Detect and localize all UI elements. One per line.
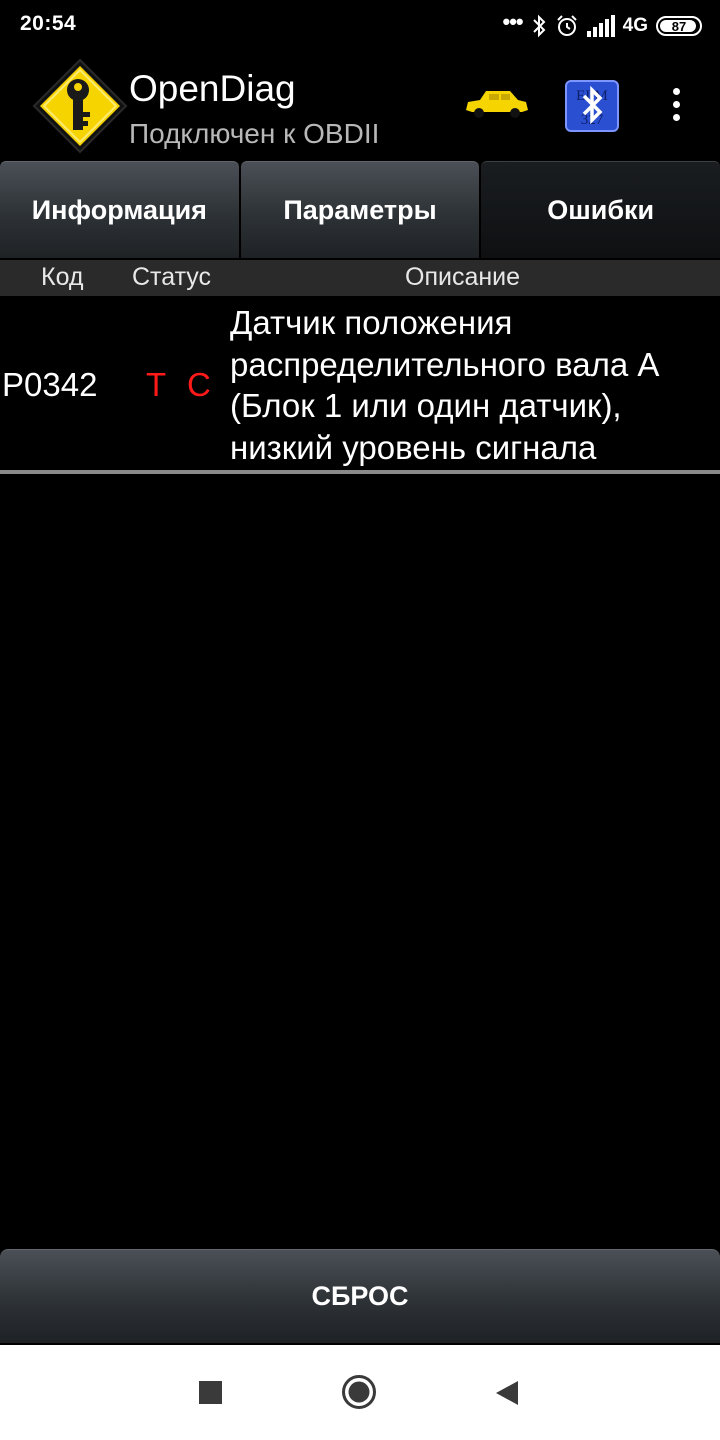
app-bar: OpenDiag Подключен к OBDII ELM 327 xyxy=(0,52,720,160)
header-status: Статус xyxy=(132,263,212,291)
table-header: Код Статус Описание xyxy=(0,260,720,296)
recents-icon[interactable] xyxy=(199,1381,222,1404)
home-icon[interactable] xyxy=(341,1374,377,1410)
tab-bar: Информация Параметры Ошибки xyxy=(0,161,720,258)
network-type: 4G xyxy=(622,15,648,36)
error-description: Датчик положения распределительного вала… xyxy=(230,304,660,466)
reset-button[interactable]: СБРОС xyxy=(0,1249,720,1343)
back-icon[interactable] xyxy=(494,1379,520,1407)
battery-level: 87 xyxy=(671,18,687,34)
error-code: P0342 xyxy=(2,366,98,403)
header-description: Описание xyxy=(405,263,521,291)
table-row[interactable]: P0342 T C Датчик положения распределител… xyxy=(0,300,720,470)
connection-status: Подключен к OBDII xyxy=(129,118,380,149)
signal-icon xyxy=(586,15,615,37)
status-time: 20:54 xyxy=(20,12,77,35)
app-title: OpenDiag xyxy=(129,68,296,109)
status-bar: 20:54 ••• 4G 87 xyxy=(0,0,720,52)
status-icons: ••• 4G 87 xyxy=(503,11,702,41)
status-flag: T xyxy=(146,366,167,403)
tab-parameters[interactable]: Параметры xyxy=(240,161,480,258)
tab-information[interactable]: Информация xyxy=(0,161,239,258)
system-nav-bar xyxy=(0,1345,720,1440)
row-divider xyxy=(0,470,720,474)
key-logo-icon[interactable] xyxy=(30,56,130,156)
more-vert-icon[interactable] xyxy=(664,88,688,128)
bluetooth-icon xyxy=(532,14,546,38)
battery-icon: 87 xyxy=(656,16,702,36)
notification-dots: ••• xyxy=(502,9,524,34)
status-flag: C xyxy=(187,366,211,403)
car-icon[interactable] xyxy=(462,86,530,122)
alarm-icon xyxy=(556,15,577,36)
header-code: Код xyxy=(41,263,84,291)
tab-errors[interactable]: Ошибки xyxy=(481,161,720,258)
bluetooth-elm327-icon[interactable]: ELM 327 xyxy=(565,80,619,132)
